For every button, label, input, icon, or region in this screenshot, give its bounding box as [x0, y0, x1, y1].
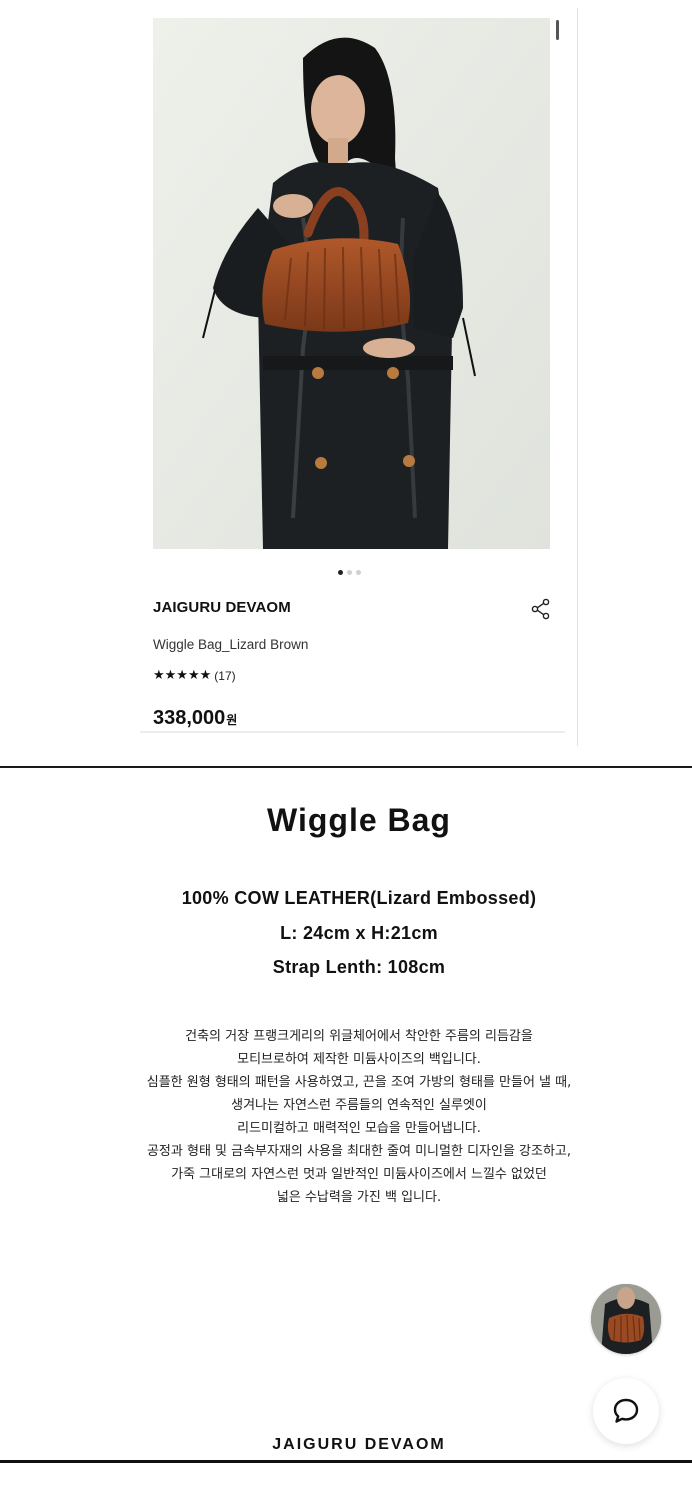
carousel-dot-2[interactable]: [347, 570, 352, 575]
chat-button[interactable]: [593, 1378, 659, 1444]
price-currency: 원: [226, 713, 238, 727]
product-price: 338,000원: [153, 707, 237, 730]
description-line: 가죽 그대로의 자연스런 멋과 일반적인 미듐사이즈에서 느낄수 없었던: [171, 1167, 547, 1182]
detail-title: Wiggle Bag: [267, 802, 451, 838]
rating-row[interactable]: ★★★★★ (17): [153, 668, 236, 683]
carousel-dot-3[interactable]: [356, 570, 361, 575]
price-divider: [140, 731, 565, 733]
description-line: 심플한 원형 형태의 패턴을 사용하였고, 끈을 조여 가방의 형태를 만들어 …: [146, 1075, 572, 1090]
chat-bubble-icon: [613, 1398, 639, 1423]
rating-stars: ★★★★★: [153, 668, 212, 683]
description-line: 모티브로하여 제작한 미듐사이즈의 백입니다.: [237, 1052, 481, 1067]
price-value: 338,000: [153, 707, 226, 729]
brand-name[interactable]: JAIGURU DEVAOM: [153, 599, 291, 616]
model-with-bag-image: [153, 18, 550, 549]
panel-edge-divider: [577, 8, 578, 746]
recent-product-thumbnail: [591, 1284, 661, 1354]
description-text: 건축의 거장 프랭크게리의 위글체어에서 착안한 주름의 리듬감을 모티브로하여…: [0, 1025, 692, 1209]
share-icon: [531, 598, 550, 620]
spec-material: 100% COW LEATHER(Lizard Embossed): [181, 888, 537, 908]
bottom-divider: [0, 1460, 692, 1463]
description-line: 리드미컬하고 매력적인 모습을 만들어냅니다.: [237, 1121, 481, 1136]
spec-strap-length: Strap Lenth: 108cm: [272, 957, 446, 977]
section-divider: [0, 766, 692, 768]
spec-dimensions: L: 24cm x H:21cm: [280, 923, 438, 943]
description-line: 생겨나는 자연스런 주름들의 연속적인 실루엣이: [231, 1098, 487, 1113]
description-line: 건축의 거장 프랭크게리의 위글체어에서 착안한 주름의 리듬감을: [185, 1029, 533, 1044]
product-photo[interactable]: [153, 18, 550, 549]
description-line: 넓은 수납력을 가진 백 입니다.: [276, 1190, 442, 1205]
review-count: (17): [214, 668, 236, 683]
carousel-dot-1[interactable]: [338, 570, 343, 575]
description-line: 공정과 형태 및 금속부자재의 사용을 최대한 줄여 미니멀한 디자인을 강조하…: [146, 1144, 572, 1159]
scrollbar-thumb[interactable]: [556, 20, 559, 40]
product-name: Wiggle Bag_Lizard Brown: [153, 637, 309, 652]
product-card: JAIGURU DEVAOM Wiggle Bag_Lizard Brown ★…: [0, 0, 692, 766]
carousel-indicator: [338, 570, 361, 575]
share-button[interactable]: [530, 598, 552, 620]
recent-product-thumbnail-button[interactable]: [591, 1284, 661, 1354]
footer-brand-logo: JAIGURU DEVAOM: [272, 1436, 446, 1453]
